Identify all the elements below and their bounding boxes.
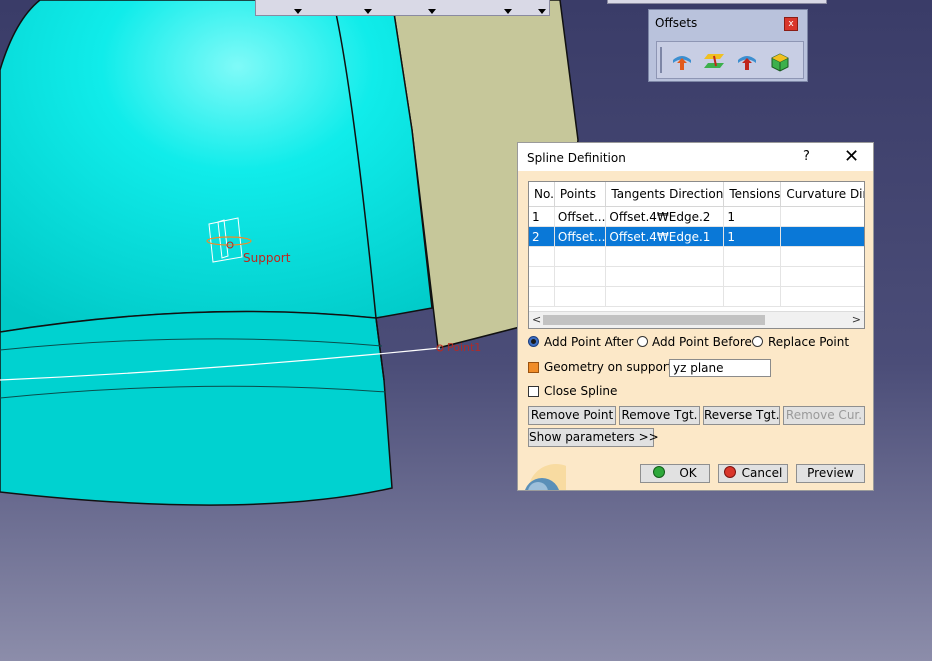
points-table[interactable]: No. Points Tangents Direction Tensions C… (528, 181, 865, 329)
variable-offset-icon[interactable] (704, 50, 726, 72)
preview-button[interactable]: Preview (796, 464, 865, 483)
offsets-title: Offsets (655, 16, 698, 30)
column-header-tangents[interactable]: Tangents Direction (605, 182, 725, 207)
top-toolbar-2 (607, 0, 827, 4)
table-row-selected[interactable]: 2 Offset... Offset.4₩Edge.1 1 (529, 226, 864, 247)
column-header-curvature[interactable]: Curvature Direc (780, 182, 864, 207)
spline-definition-dialog: Spline Definition ? ✕ No. Points Tangent… (517, 142, 874, 491)
remove-tgt-button[interactable]: Remove Tgt. (619, 406, 700, 425)
add-point-after-radio[interactable] (528, 336, 539, 347)
globe-icon (525, 464, 566, 490)
cell-point: Offset... (554, 226, 607, 247)
cell-no: 1 (529, 206, 555, 227)
close-spline-label[interactable]: Close Spline (544, 384, 617, 398)
cyan-band (0, 310, 393, 506)
remove-cur-button[interactable]: Remove Cur. (783, 406, 865, 425)
close-spline-checkbox[interactable] (528, 386, 539, 397)
dialog-titlebar[interactable]: Spline Definition ? ✕ (518, 143, 873, 171)
top-toolbar[interactable] (255, 0, 550, 16)
scroll-right-icon[interactable]: > (852, 312, 861, 328)
geometry-on-support-checkbox[interactable] (528, 362, 539, 373)
offsets-toolbar[interactable]: Offsets x (648, 9, 808, 82)
grip-handle[interactable] (660, 47, 662, 73)
offset-surface-icon[interactable] (671, 50, 693, 72)
cell-tension: 1 (723, 206, 782, 227)
remove-point-button[interactable]: Remove Point (528, 406, 616, 425)
close-icon[interactable]: x (784, 17, 798, 31)
close-icon[interactable]: ✕ (844, 146, 859, 167)
table-row-empty (529, 246, 864, 267)
column-header-points[interactable]: Points (554, 182, 607, 207)
replace-point-label[interactable]: Replace Point (768, 335, 849, 349)
cell-tangent: Offset.4₩Edge.2 (605, 206, 725, 227)
cancel-button[interactable]: Cancel (718, 464, 788, 483)
cancel-icon (723, 466, 736, 478)
cell-point: Offset... (554, 206, 607, 227)
cell-curvature (780, 226, 864, 247)
cell-tension: 1 (723, 226, 782, 247)
ok-label: OK (679, 466, 697, 480)
rough-offset-icon[interactable] (736, 50, 758, 72)
cell-curvature (780, 206, 864, 227)
ok-icon (653, 466, 666, 478)
cell-no: 2 (529, 226, 555, 247)
support-label: Support (243, 251, 291, 265)
dialog-title: Spline Definition (527, 151, 626, 165)
horizontal-scrollbar[interactable]: < > (529, 311, 864, 328)
cyan-dome (0, 0, 433, 333)
show-parameters-button[interactable]: Show parameters >> (528, 428, 659, 447)
cell-tangent: Offset.4₩Edge.1 (605, 226, 725, 247)
replace-point-radio[interactable] (752, 336, 763, 347)
ok-button[interactable]: OK (640, 464, 710, 483)
geometry-on-support-label[interactable]: Geometry on support (544, 360, 672, 374)
help-icon[interactable]: ? (803, 149, 810, 164)
add-point-before-label[interactable]: Add Point Before (652, 335, 752, 349)
thick-surface-icon[interactable] (769, 50, 791, 72)
table-row-empty (529, 266, 864, 287)
add-point-after-label[interactable]: Add Point After (544, 335, 633, 349)
column-header-tensions[interactable]: Tensions (723, 182, 782, 207)
scroll-left-icon[interactable]: < (532, 312, 541, 328)
column-header-no[interactable]: No. (529, 182, 555, 207)
point-label: Point1 (447, 341, 482, 354)
table-row[interactable]: 1 Offset... Offset.4₩Edge.2 1 (529, 206, 864, 227)
table-row-empty (529, 286, 864, 307)
reverse-tgt-button[interactable]: Reverse Tgt. (703, 406, 780, 425)
cancel-label: Cancel (741, 466, 783, 480)
offsets-icon-bar (656, 41, 804, 79)
add-point-before-radio[interactable] (637, 336, 648, 347)
support-field[interactable]: yz plane (669, 359, 771, 377)
scroll-thumb[interactable] (543, 315, 765, 325)
